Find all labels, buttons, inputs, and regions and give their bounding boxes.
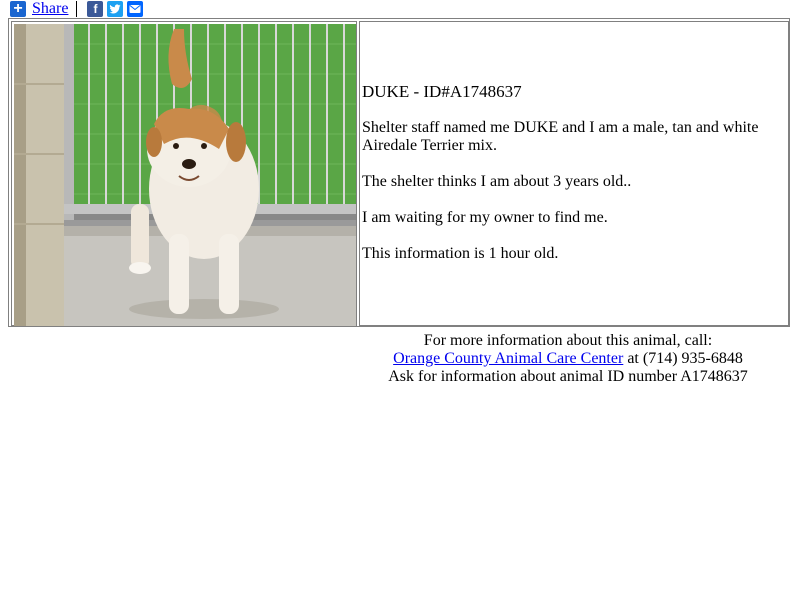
contact-info: For more information about this animal, … xyxy=(340,332,796,386)
animal-age: The shelter thinks I am about 3 years ol… xyxy=(362,173,632,190)
contact-shelter-line: Orange County Animal Care Center at (714… xyxy=(340,350,796,368)
email-icon[interactable] xyxy=(127,1,144,17)
info-age: This information is 1 hour old. xyxy=(362,245,559,262)
divider xyxy=(76,1,78,17)
shelter-link[interactable]: Orange County Animal Care Center xyxy=(393,350,623,367)
contact-id-line: Ask for information about animal ID numb… xyxy=(388,368,748,385)
animal-table: DUKE - ID#A1748637 Shelter staff named m… xyxy=(8,18,790,327)
animal-heading: DUKE - ID#A1748637 xyxy=(362,82,522,101)
twitter-bird-glyph xyxy=(109,4,121,14)
facebook-icon[interactable]: f xyxy=(87,1,104,17)
twitter-icon[interactable] xyxy=(107,1,124,17)
share-link[interactable]: Share xyxy=(32,0,68,18)
share-plus-icon[interactable]: + xyxy=(10,1,26,17)
info-cell: DUKE - ID#A1748637 Shelter staff named m… xyxy=(359,21,789,326)
animal-photo xyxy=(14,24,356,326)
contact-intro: For more information about this animal, … xyxy=(423,332,713,349)
animal-info: DUKE - ID#A1748637 Shelter staff named m… xyxy=(362,83,782,281)
animal-status: I am waiting for my owner to find me. xyxy=(362,209,608,226)
envelope-glyph xyxy=(129,5,141,13)
photo-cell xyxy=(11,21,357,326)
share-bar: + Share f xyxy=(10,0,144,18)
dog-photo-illustration xyxy=(14,24,356,326)
shelter-phone: at (714) 935-6848 xyxy=(623,350,743,367)
animal-description: Shelter staff named me DUKE and I am a m… xyxy=(362,119,759,154)
